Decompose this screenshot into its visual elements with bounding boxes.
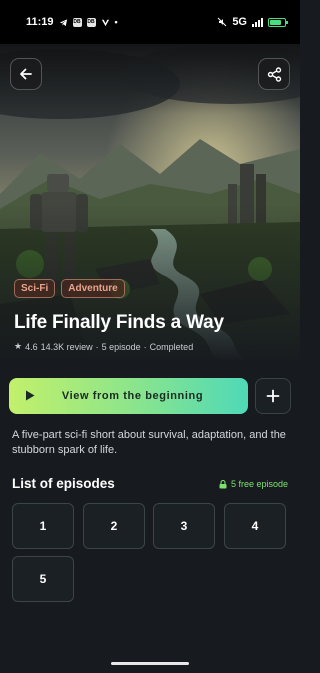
home-indicator[interactable] bbox=[111, 662, 189, 665]
notification-icon: DB bbox=[72, 17, 82, 27]
show-description: A five-part sci-fi short about survival,… bbox=[12, 429, 286, 456]
share-button[interactable] bbox=[258, 58, 290, 90]
episode-button-3[interactable]: 3 bbox=[153, 503, 215, 549]
status-right: 5G bbox=[217, 16, 288, 28]
tag-scifi[interactable]: Sci-Fi bbox=[14, 279, 56, 298]
signal-icon bbox=[252, 17, 263, 27]
add-to-list-button[interactable] bbox=[255, 378, 291, 414]
review-count: 14.3K review bbox=[40, 341, 93, 352]
network-label: 5G bbox=[232, 16, 247, 28]
star-icon: ★ bbox=[14, 341, 23, 351]
lock-icon bbox=[219, 479, 227, 488]
rating-value: 4.6 bbox=[25, 341, 38, 352]
v-logo-icon bbox=[101, 19, 109, 26]
share-icon bbox=[267, 66, 281, 82]
play-icon bbox=[26, 390, 35, 401]
episode-button-4[interactable]: 4 bbox=[224, 503, 286, 549]
view-from-beginning-button[interactable]: View from the beginning bbox=[9, 378, 248, 414]
status-bar: 11:19 DB DB • 5G bbox=[0, 0, 300, 44]
status-time: 11:19 bbox=[26, 16, 54, 28]
episode-button-2[interactable]: 2 bbox=[83, 503, 145, 549]
show-title: Life Finally Finds a Way bbox=[14, 312, 224, 333]
episode-button-1[interactable]: 1 bbox=[12, 503, 74, 549]
back-button[interactable] bbox=[10, 58, 42, 90]
status-label: Completed bbox=[149, 341, 194, 352]
notification-icon: DB bbox=[86, 17, 96, 27]
plus-icon bbox=[266, 389, 280, 403]
battery-icon bbox=[268, 17, 288, 27]
episode-count: 5 episode bbox=[101, 341, 141, 352]
meta-separator: · bbox=[95, 341, 99, 352]
genre-tags: Sci-Fi Adventure bbox=[14, 279, 125, 298]
episode-button-5[interactable]: 5 bbox=[12, 556, 74, 602]
mute-icon bbox=[217, 17, 227, 27]
arrow-left-icon bbox=[20, 68, 32, 80]
episodes-section-title: List of episodes bbox=[12, 476, 115, 491]
free-episodes-badge: 5 free episode bbox=[219, 479, 288, 489]
tag-adventure[interactable]: Adventure bbox=[61, 279, 125, 298]
status-left: 11:19 DB DB • bbox=[26, 16, 118, 28]
play-button-label: View from the beginning bbox=[61, 390, 204, 402]
show-meta: ★ 4.6 14.3K review · 5 episode · Complet… bbox=[14, 341, 193, 352]
free-episodes-label: 5 free episode bbox=[230, 479, 288, 489]
dot-icon: • bbox=[114, 17, 118, 27]
meta-separator: · bbox=[143, 341, 147, 352]
telegram-icon bbox=[59, 18, 67, 26]
